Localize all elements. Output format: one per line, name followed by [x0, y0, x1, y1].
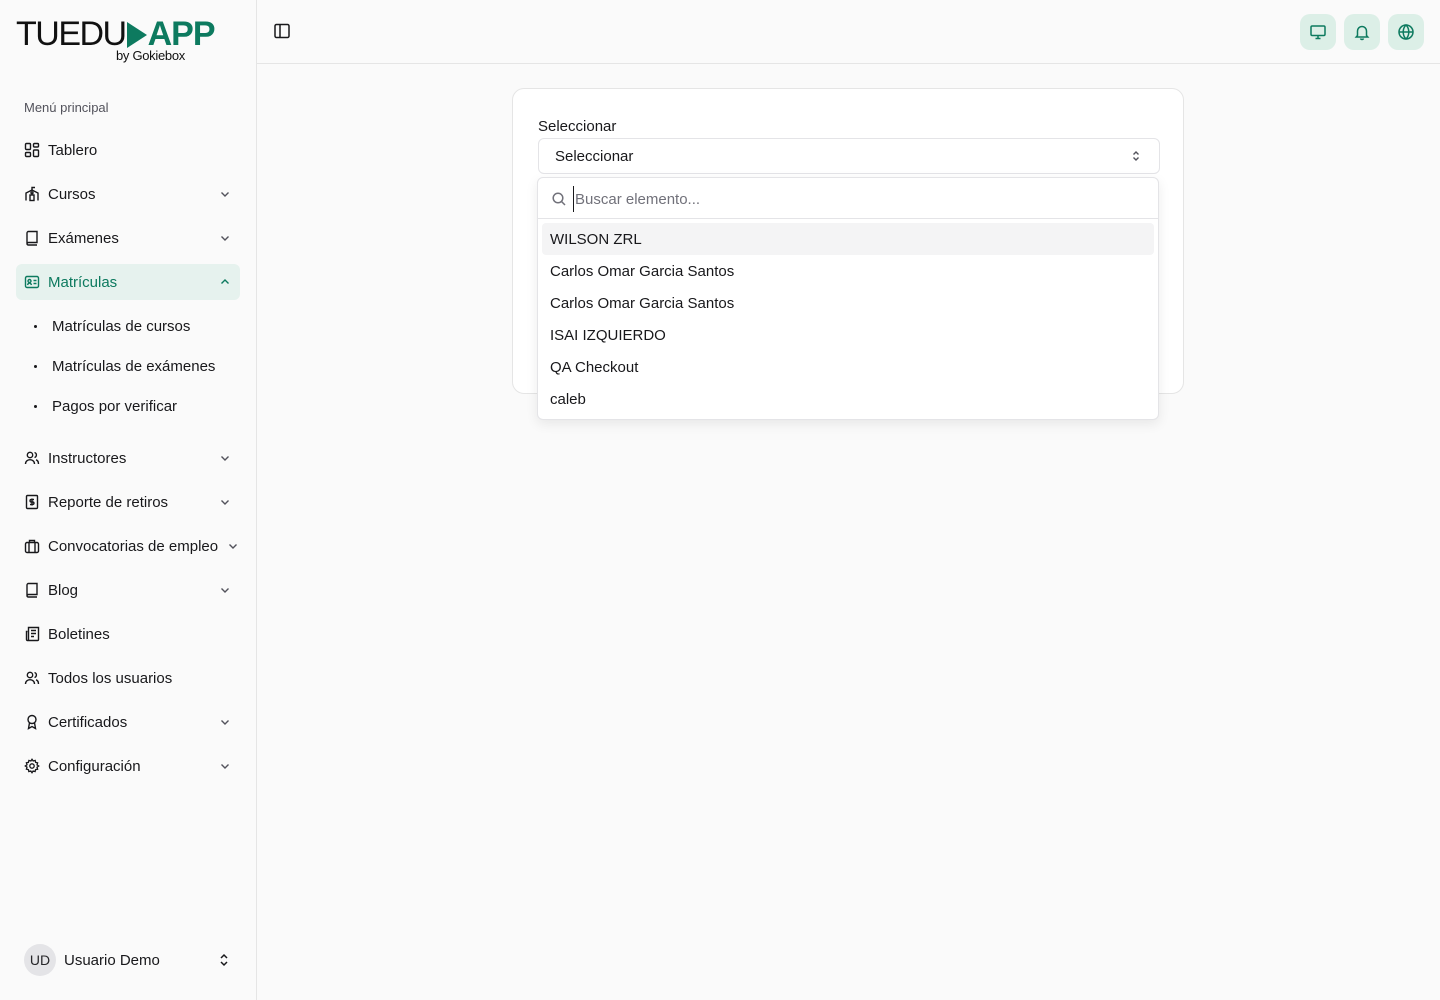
sidebar-item-label: Convocatorias de empleo	[48, 537, 219, 555]
search-input[interactable]	[573, 186, 1143, 212]
dropdown-search-row	[538, 178, 1158, 219]
chevrons-up-down-icon	[220, 953, 228, 967]
users-icon	[24, 450, 40, 466]
sidebar-item-tablero[interactable]: Tablero	[16, 132, 240, 168]
user-name: Usuario Demo	[64, 951, 160, 969]
sidebar-item-label: Cursos	[48, 185, 96, 203]
sidebar-item-todos-usuarios[interactable]: Todos los usuarios	[16, 660, 240, 696]
sidebar-item-certificados[interactable]: Certificados	[16, 704, 240, 740]
sidebar-item-configuracion[interactable]: Configuración	[16, 748, 240, 784]
briefcase-icon	[24, 538, 40, 554]
monitor-button[interactable]	[1300, 14, 1336, 50]
monitor-icon	[1310, 25, 1326, 40]
sidebar-item-label: Tablero	[48, 141, 98, 159]
sidebar-item-cursos[interactable]: Cursos	[16, 176, 240, 212]
menu-heading: Menú principal	[24, 100, 109, 115]
sidebar-item-label: Todos los usuarios	[48, 669, 173, 687]
play-icon	[126, 22, 147, 48]
sidebar-toggle-icon[interactable]	[273, 22, 291, 40]
bullet-dot	[34, 364, 37, 368]
sidebar-item-label: Instructores	[48, 449, 127, 467]
select-dropdown: WILSON ZRL Carlos Omar Garcia Santos Car…	[537, 177, 1159, 420]
logo-wordmark: TUEDU APP	[16, 15, 216, 53]
newspaper-icon	[24, 626, 40, 642]
sidebar-item-label: Exámenes	[48, 229, 119, 247]
search-icon	[552, 192, 566, 206]
globe-icon	[1398, 23, 1414, 41]
sidebar-item-matriculas[interactable]: Matrículas	[16, 264, 240, 300]
bullet-dot	[34, 324, 37, 328]
dollar-receipt-icon	[24, 494, 40, 510]
sidebar-item-reporte-retiros[interactable]: Reporte de retiros	[16, 484, 240, 520]
chevron-down-icon	[221, 236, 229, 241]
award-icon	[24, 714, 40, 730]
option-item[interactable]: ISAI IZQUIERDO	[542, 319, 1154, 351]
select-trigger[interactable]: Seleccionar	[538, 138, 1160, 174]
school-icon	[24, 186, 40, 202]
book-icon	[24, 582, 40, 598]
chevron-down-icon	[221, 192, 229, 197]
sidebar-item-boletines[interactable]: Boletines	[16, 616, 240, 652]
app-logo[interactable]: TUEDU APP by Gokiebox	[16, 14, 216, 66]
dashboard-icon	[24, 142, 40, 158]
sidebar: TUEDU APP by Gokiebox Menú principal Tabl…	[0, 0, 257, 1000]
sidebar-item-label: Certificados	[48, 713, 128, 731]
language-button[interactable]	[1388, 14, 1424, 50]
sidebar-subitem-label: Pagos por verificar	[52, 397, 178, 415]
sidebar-item-label: Blog	[48, 581, 79, 599]
id-card-icon	[24, 274, 40, 290]
sidebar-item-label: Boletines	[48, 625, 110, 643]
option-item[interactable]: Carlos Omar Garcia Santos	[542, 287, 1154, 319]
chevron-up-icon	[221, 279, 229, 284]
sidebar-item-label: Matrículas	[48, 273, 118, 291]
book-icon	[24, 230, 40, 246]
chevron-down-icon	[221, 764, 229, 769]
sidebar-item-label: Configuración	[48, 757, 141, 775]
sidebar-item-examenes[interactable]: Exámenes	[16, 220, 240, 256]
chevron-down-icon	[221, 720, 229, 725]
option-item[interactable]: QA Checkout	[542, 351, 1154, 383]
bullet-dot	[34, 404, 37, 408]
bell-icon	[1354, 25, 1370, 41]
sidebar-item-instructores[interactable]: Instructores	[16, 440, 240, 476]
sidebar-subitem-pagos-verificar[interactable]: Pagos por verificar	[28, 390, 240, 422]
avatar: UD	[24, 944, 56, 976]
sidebar-item-convocatorias[interactable]: Convocatorias de empleo	[16, 528, 240, 564]
gear-icon	[24, 758, 40, 774]
logo-text-left: TUEDU	[16, 15, 127, 53]
select-label: Seleccionar	[538, 118, 617, 135]
sidebar-item-blog[interactable]: Blog	[16, 572, 240, 608]
notifications-button[interactable]	[1344, 14, 1380, 50]
chevron-down-icon	[221, 588, 229, 593]
select-value: Seleccionar	[555, 147, 634, 165]
sidebar-subitem-matriculas-cursos[interactable]: Matrículas de cursos	[28, 310, 240, 342]
option-item[interactable]: WILSON ZRL	[542, 223, 1154, 255]
chevron-down-icon	[229, 544, 237, 549]
chevrons-up-down-icon	[1133, 151, 1139, 161]
user-menu[interactable]: UD Usuario Demo	[24, 944, 240, 976]
chevron-down-icon	[221, 456, 229, 461]
top-header	[257, 0, 1440, 64]
option-item[interactable]: Carlos Omar Garcia Santos	[542, 255, 1154, 287]
sidebar-item-label: Reporte de retiros	[48, 493, 169, 511]
logo-subtitle: by Gokiebox	[116, 48, 185, 63]
option-item[interactable]: caleb	[542, 383, 1154, 415]
sidebar-subitem-label: Matrículas de exámenes	[52, 357, 216, 375]
users-icon	[24, 670, 40, 686]
chevron-down-icon	[221, 500, 229, 505]
sidebar-subitem-label: Matrículas de cursos	[52, 317, 191, 335]
sidebar-subitem-matriculas-examenes[interactable]: Matrículas de exámenes	[28, 350, 240, 382]
